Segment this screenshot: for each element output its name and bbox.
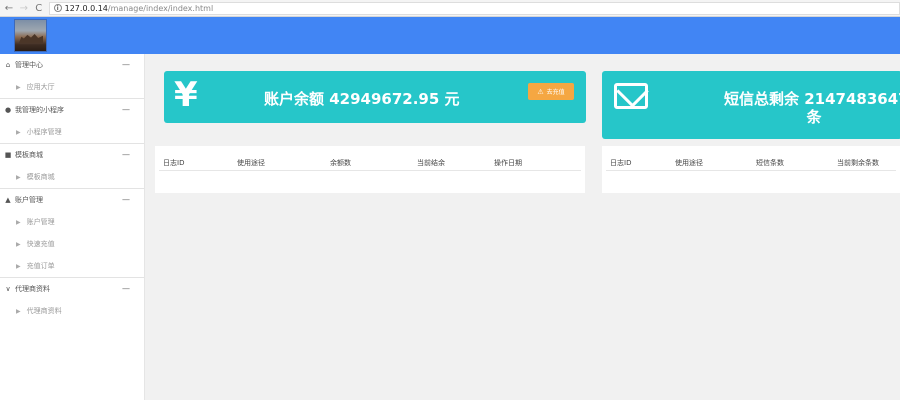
- recharge-button-label: 去充值: [546, 89, 565, 96]
- top-header: [0, 17, 900, 54]
- column-header: 短信条数: [756, 159, 784, 167]
- collapse-icon[interactable]: —: [122, 150, 130, 159]
- column-header: 日志ID: [163, 159, 185, 167]
- sidebar-item-recharge-orders[interactable]: ▶ 充值订单: [0, 255, 144, 277]
- menu-head-label: 代理商资料: [15, 285, 50, 293]
- column-header: 当前结余: [417, 159, 445, 167]
- recharge-button[interactable]: ⚠ 去充值: [528, 83, 574, 100]
- warning-icon: ⚠: [537, 87, 544, 96]
- sidebar-item-miniprogram-manage[interactable]: ▶ 小程序管理: [0, 121, 144, 143]
- balance-title: 账户余额 42949672.95 元: [264, 90, 460, 108]
- caret-right-icon: ▶: [16, 173, 21, 181]
- menu-group-miniprograms: ● 我管理的小程序 — ▶ 小程序管理: [0, 99, 144, 144]
- column-header: 日志ID: [610, 159, 632, 167]
- menu-head-label: 模板商城: [15, 151, 43, 159]
- balance-card: ¥ 账户余额 42949672.95 元: [164, 71, 586, 123]
- column-header: 操作日期: [494, 159, 522, 167]
- url-host: 127.0.0.14: [64, 3, 108, 13]
- sidebar-item-label: 账户管理: [26, 218, 55, 226]
- sidebar-item-quick-recharge[interactable]: ▶ 快速充值: [0, 233, 144, 255]
- caret-right-icon: ▶: [16, 218, 21, 226]
- menu-head-account[interactable]: ▲ 账户管理 —: [0, 189, 144, 211]
- sidebar-item-label: 代理商资料: [26, 307, 62, 315]
- menu-head-label: 账户管理: [15, 196, 43, 204]
- sidebar-item-label: 充值订单: [26, 262, 55, 270]
- menu-head-management[interactable]: ⌂ 管理中心 —: [0, 54, 144, 76]
- sidebar-item-label: 应用大厅: [26, 83, 55, 91]
- chevrons-icon: ∨: [5, 285, 11, 293]
- home-icon: ⌂: [5, 61, 11, 69]
- sidebar-item-label: 模板商城: [26, 173, 55, 181]
- user-icon: ▲: [5, 196, 11, 204]
- table-header: 日志ID 使用途径 余额数 当前结余 操作日期: [159, 153, 581, 171]
- menu-head-miniprograms[interactable]: ● 我管理的小程序 —: [0, 99, 144, 121]
- menu-group-account: ▲ 账户管理 — ▶ 账户管理 ▶ 快速充值 ▶ 充值订单: [0, 189, 144, 278]
- column-header: 使用途径: [675, 159, 703, 167]
- collapse-icon[interactable]: —: [122, 105, 130, 114]
- menu-head-agent[interactable]: ∨ 代理商资料 —: [0, 278, 144, 300]
- caret-right-icon: ▶: [16, 128, 21, 136]
- info-icon[interactable]: i: [53, 4, 62, 12]
- sms-log-table: 日志ID 使用途径 短信条数 当前剩余条数: [602, 146, 900, 193]
- collapse-icon[interactable]: —: [122, 284, 130, 293]
- caret-right-icon: ▶: [16, 83, 21, 91]
- sidebar: ⌂ 管理中心 — ▶ 应用大厅 ● 我管理的小程序 — ▶ 小程序管理 ■ 模板…: [0, 54, 145, 400]
- sidebar-item-account-manage[interactable]: ▶ 账户管理: [0, 211, 144, 233]
- caret-right-icon: ▶: [16, 240, 21, 248]
- sidebar-item-label: 快速充值: [26, 240, 55, 248]
- collapse-icon[interactable]: —: [122, 195, 130, 204]
- sms-title-line1: 短信总剩余 2147483647: [724, 90, 900, 108]
- account-log-table: 日志ID 使用途径 余额数 当前结余 操作日期: [155, 146, 585, 193]
- url-path: /manage/index/index.html: [107, 3, 214, 13]
- menu-group-template-store: ■ 模板商城 — ▶ 模板商城: [0, 144, 144, 189]
- back-icon[interactable]: ←: [3, 2, 15, 14]
- menu-group-management: ⌂ 管理中心 — ▶ 应用大厅: [0, 54, 144, 99]
- sidebar-item-label: 小程序管理: [26, 128, 62, 136]
- collapse-icon[interactable]: —: [122, 60, 130, 69]
- caret-right-icon: ▶: [16, 307, 21, 315]
- menu-group-agent: ∨ 代理商资料 — ▶ 代理商资料: [0, 278, 144, 322]
- cart-icon: ■: [4, 151, 12, 159]
- sidebar-item-template-store[interactable]: ▶ 模板商城: [0, 166, 144, 188]
- menu-head-template-store[interactable]: ■ 模板商城 —: [0, 144, 144, 166]
- forward-icon[interactable]: →: [18, 2, 30, 14]
- menu-head-label: 我管理的小程序: [15, 106, 64, 114]
- mail-icon: [614, 83, 648, 109]
- column-header: 使用途径: [237, 159, 265, 167]
- caret-right-icon: ▶: [16, 262, 21, 270]
- browser-toolbar: ← → C i 127.0.0.14/manage/index/index.ht…: [0, 0, 900, 17]
- sms-title-line2: 条: [806, 108, 822, 126]
- reload-icon[interactable]: C: [33, 2, 45, 14]
- chat-icon: ●: [4, 106, 12, 114]
- yen-icon: ¥: [174, 75, 198, 115]
- menu-head-label: 管理中心: [15, 61, 43, 69]
- column-header: 当前剩余条数: [837, 159, 879, 167]
- sidebar-item-app-hall[interactable]: ▶ 应用大厅: [0, 76, 144, 98]
- sms-card: 短信总剩余 2147483647 条: [602, 71, 900, 139]
- avatar[interactable]: [14, 19, 47, 52]
- sms-title: 短信总剩余 2147483647 条: [724, 90, 900, 126]
- address-bar[interactable]: i 127.0.0.14/manage/index/index.html: [48, 1, 900, 15]
- column-header: 余额数: [330, 159, 351, 167]
- table-header: 日志ID 使用途径 短信条数 当前剩余条数: [606, 153, 896, 171]
- sidebar-item-agent-profile[interactable]: ▶ 代理商资料: [0, 300, 144, 322]
